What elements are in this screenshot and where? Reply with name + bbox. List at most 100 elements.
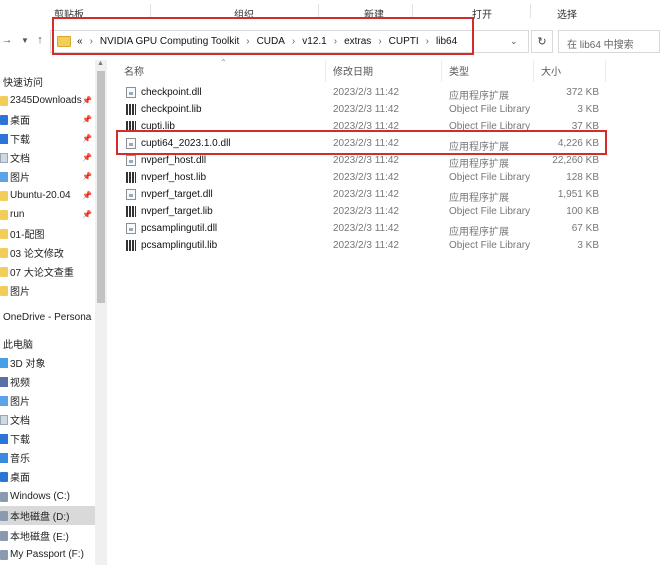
recent-locations-chevron-icon[interactable]: ▼ [18, 33, 32, 47]
pin-icon: 📌 [82, 96, 92, 105]
file-name: nvperf_host.dll [141, 155, 207, 166]
sidebar-item-label: 桌面 [10, 473, 30, 484]
file-type: 应用程序扩展 [449, 159, 509, 170]
sidebar-item-desktop[interactable]: 桌面 📌 [0, 110, 95, 129]
3d-objects-icon [0, 357, 8, 368]
this-pc-heading[interactable]: 此电脑 [3, 336, 33, 351]
ribbon-separator [318, 4, 319, 18]
ribbon-group-open: 打开 [472, 10, 492, 21]
quick-access-heading[interactable]: 快速访问 [3, 74, 43, 89]
ribbon-group-select: 选择 [557, 10, 577, 21]
ribbon-separator [530, 4, 531, 18]
file-row[interactable]: nvperf_host.lib 2023/2/3 11:42 Object Fi… [107, 169, 660, 186]
sidebar-item-ubuntu[interactable]: Ubuntu-20.04 📌 [0, 186, 95, 205]
file-name: checkpoint.lib [141, 104, 202, 115]
sidebar-scrollbar-thumb[interactable] [97, 71, 105, 303]
sidebar-item-label: Ubuntu-20.04 [10, 190, 71, 201]
file-row[interactable]: checkpoint.dll 2023/2/3 11:42 应用程序扩展 372… [107, 84, 660, 102]
file-row[interactable]: checkpoint.lib 2023/2/3 11:42 Object Fil… [107, 101, 660, 118]
address-dropdown-chevron-icon[interactable]: ⌄ [510, 36, 518, 47]
download-icon [0, 433, 8, 444]
file-size: 22,260 KB [552, 155, 599, 166]
sidebar-item-music[interactable]: 音乐 [0, 448, 95, 467]
sidebar-item-label: 03 论文修改 [10, 249, 64, 260]
column-header-name[interactable]: 名称 [124, 63, 144, 78]
sidebar-item-label: 图片 [10, 173, 30, 184]
sidebar-item-label: 音乐 [10, 454, 30, 465]
sidebar-item-2345downloads[interactable]: 2345Downloads 📌 [0, 91, 95, 110]
sidebar-item-label: 本地磁盘 (D:) [10, 512, 70, 523]
file-size: 67 KB [571, 223, 599, 234]
sidebar-item-label: 3D 对象 [10, 359, 46, 370]
ribbon-separator [412, 4, 413, 18]
column-divider[interactable] [441, 60, 442, 82]
sidebar-item-pictures[interactable]: 图片 📌 [0, 167, 95, 186]
sidebar-item-drive-c[interactable]: Windows (C:) [0, 487, 95, 506]
file-name: nvperf_target.lib [141, 206, 213, 217]
file-type: 应用程序扩展 [449, 91, 509, 102]
file-row[interactable]: pcsamplingutil.lib 2023/2/3 11:42 Object… [107, 237, 660, 254]
scroll-up-arrow-icon[interactable]: ▲ [97, 60, 104, 67]
sidebar-item-label: 视频 [10, 378, 30, 389]
sidebar-scrollbar[interactable]: ▲ [95, 60, 107, 565]
sidebar-item-downloads[interactable]: 下载 📌 [0, 129, 95, 148]
file-row[interactable]: nvperf_target.lib 2023/2/3 11:42 Object … [107, 203, 660, 220]
sidebar-item-pc-desktop[interactable]: 桌面 [0, 467, 95, 486]
ribbon-separator [150, 4, 151, 18]
refresh-icon[interactable]: ↻ [531, 30, 553, 53]
address-highlight-box [52, 17, 474, 55]
file-type: Object File Library [449, 172, 531, 183]
drive-icon [0, 510, 8, 521]
sidebar-item-3d-objects[interactable]: 3D 对象 [0, 353, 95, 372]
file-row[interactable]: nvperf_target.dll 2023/2/3 11:42 应用程序扩展 … [107, 186, 660, 204]
sidebar-item-videos[interactable]: 视频 [0, 372, 95, 391]
sidebar-item-drive-d[interactable]: 本地磁盘 (D:) [0, 506, 95, 525]
sidebar-item-drive-f[interactable]: My Passport (F:) [0, 545, 95, 564]
column-header-size[interactable]: 大小 [541, 63, 561, 78]
file-date: 2023/2/3 11:42 [333, 189, 399, 200]
search-input[interactable]: 在 lib64 中搜索 [558, 30, 660, 53]
dll-file-icon [126, 155, 136, 166]
sidebar-item-label: run [10, 209, 25, 220]
desktop-icon [0, 114, 8, 125]
sidebar-item-label: 07 大论文查重 [10, 268, 74, 279]
drive-icon [0, 549, 8, 560]
column-divider[interactable] [533, 60, 534, 82]
file-row[interactable]: pcsamplingutil.dll 2023/2/3 11:42 应用程序扩展… [107, 220, 660, 238]
up-arrow-icon[interactable]: ↑ [33, 33, 47, 47]
sidebar-item-label: 下载 [10, 435, 30, 446]
onedrive-heading[interactable]: OneDrive - Persona [3, 312, 91, 323]
column-divider[interactable] [605, 60, 606, 82]
sidebar-item-label: 桌面 [10, 116, 30, 127]
file-name: nvperf_host.lib [141, 172, 207, 183]
pictures-icon [0, 395, 8, 406]
file-type: 应用程序扩展 [449, 193, 509, 204]
file-type: Object File Library [449, 104, 531, 115]
column-divider[interactable] [325, 60, 326, 82]
sidebar-item-07-thesis-check[interactable]: 07 大论文查重 [0, 262, 95, 281]
dll-file-icon [126, 223, 136, 234]
file-date: 2023/2/3 11:42 [333, 206, 399, 217]
sidebar-item-03-thesis-revision[interactable]: 03 论文修改 [0, 243, 95, 262]
file-type: 应用程序扩展 [449, 227, 509, 238]
sidebar-item-documents[interactable]: 文档 📌 [0, 148, 95, 167]
sidebar-item-01-figures[interactable]: 01-配图 [0, 224, 95, 243]
sidebar-item-pictures-folder[interactable]: 图片 [0, 281, 95, 300]
videos-icon [0, 376, 8, 387]
documents-icon [0, 152, 8, 163]
file-date: 2023/2/3 11:42 [333, 172, 399, 183]
back-arrow-icon[interactable]: → [0, 33, 14, 47]
sidebar-item-drive-e[interactable]: 本地磁盘 (E:) [0, 526, 95, 545]
dll-file-icon [126, 189, 136, 200]
sidebar-item-label: 文档 [10, 154, 30, 165]
sidebar-item-pc-pictures[interactable]: 图片 [0, 391, 95, 410]
sidebar-item-label: 本地磁盘 (E:) [10, 532, 69, 543]
column-header-date[interactable]: 修改日期 [333, 63, 373, 78]
sidebar-item-run[interactable]: run 📌 [0, 205, 95, 224]
sidebar-item-label: 图片 [10, 287, 30, 298]
file-type: Object File Library [449, 206, 531, 217]
column-header-type[interactable]: 类型 [449, 63, 469, 78]
file-date: 2023/2/3 11:42 [333, 240, 399, 251]
sidebar-item-pc-documents[interactable]: 文档 [0, 410, 95, 429]
sidebar-item-pc-downloads[interactable]: 下载 [0, 429, 95, 448]
